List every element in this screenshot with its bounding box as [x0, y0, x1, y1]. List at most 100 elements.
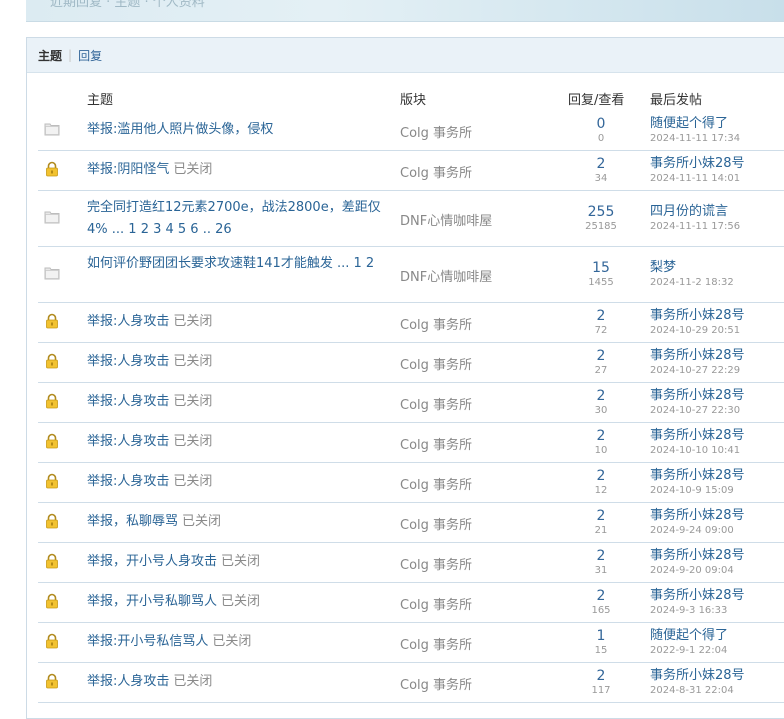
reply-count[interactable]: 2	[561, 548, 641, 564]
forum-link[interactable]: Colg 事务所	[400, 354, 472, 373]
forum-link[interactable]: DNF心情咖啡屋	[400, 210, 492, 229]
topic-title-link[interactable]: 举报，开小号私聊骂人	[87, 594, 217, 609]
last-post: 事务所小妹28号 2024-10-10 10:41	[650, 428, 745, 458]
forum-link[interactable]: Colg 事务所	[400, 634, 472, 653]
table-row: 举报:人身攻击 已关闭 Colg 事务所 2 27 事务所小妹28号 2024-10-27 …	[38, 343, 784, 383]
reply-count[interactable]: 15	[561, 260, 641, 276]
forum-link[interactable]: Colg 事务所	[400, 594, 472, 613]
table-row: 举报:开小号私信骂人 已关闭 Colg 事务所 1 15 随便起个得了 2022-9-1 2…	[38, 623, 784, 663]
last-post-time[interactable]: 2024-9-24 09:00	[650, 524, 745, 538]
tab-topics[interactable]: 主题	[38, 47, 62, 64]
topic-title-link[interactable]: 举报:人身攻击	[87, 354, 169, 369]
topic-title-link[interactable]: 举报:人身攻击	[87, 314, 169, 329]
topic-pagination[interactable]: ... 1 2 3 4 5 6 .. 26	[112, 222, 232, 237]
forum-link[interactable]: DNF心情咖啡屋	[400, 266, 492, 285]
topic-title-link[interactable]: 举报:阴阳怪气	[87, 162, 169, 177]
forum-link[interactable]: Colg 事务所	[400, 162, 472, 181]
forum-link[interactable]: Colg 事务所	[400, 514, 472, 533]
topic-title-link[interactable]: 如何评价野团团长要求攻速鞋141才能触发	[87, 256, 333, 271]
last-post-user[interactable]: 事务所小妹28号	[650, 348, 745, 364]
reply-count[interactable]: 255	[561, 204, 641, 220]
closed-badge: 已关闭	[173, 314, 213, 329]
forum-link[interactable]: Colg 事务所	[400, 122, 472, 141]
closed-badge: 已关闭	[173, 354, 213, 369]
reply-count[interactable]: 1	[561, 628, 641, 644]
last-post-time[interactable]: 2024-11-11 17:34	[650, 132, 740, 146]
last-post-time[interactable]: 2024-9-3 16:33	[650, 604, 745, 618]
last-post-user[interactable]: 事务所小妹28号	[650, 548, 745, 564]
last-post-user[interactable]: 随便起个得了	[650, 116, 740, 132]
last-post-user[interactable]: 事务所小妹28号	[650, 588, 745, 604]
last-post-time[interactable]: 2024-11-11 14:01	[650, 172, 745, 186]
tab-replies[interactable]: 回复	[78, 47, 102, 64]
last-post: 随便起个得了 2022-9-1 22:04	[650, 628, 728, 658]
reply-count[interactable]: 2	[561, 308, 641, 324]
last-post-time[interactable]: 2024-10-27 22:29	[650, 364, 745, 378]
reply-view-stats: 2 12	[561, 468, 641, 497]
last-post-user[interactable]: 事务所小妹28号	[650, 668, 745, 684]
lock-icon	[44, 433, 60, 449]
reply-count[interactable]: 2	[561, 388, 641, 404]
forum-link[interactable]: Colg 事务所	[400, 314, 472, 333]
reply-count[interactable]: 2	[561, 668, 641, 684]
topic-title-link[interactable]: 举报:人身攻击	[87, 474, 169, 489]
last-post-user[interactable]: 事务所小妹28号	[650, 156, 745, 172]
last-post-user[interactable]: 事务所小妹28号	[650, 508, 745, 524]
reply-count[interactable]: 2	[561, 588, 641, 604]
topic-title-link[interactable]: 举报:人身攻击	[87, 394, 169, 409]
topic-title-cell: 举报，私聊辱骂 已关闭	[87, 511, 387, 533]
view-count: 27	[594, 364, 608, 376]
topic-title-link[interactable]: 举报:滥用他人照片做头像，侵权	[87, 122, 273, 137]
last-post-user[interactable]: 事务所小妹28号	[650, 388, 745, 404]
forum-link[interactable]: Colg 事务所	[400, 434, 472, 453]
lock-icon	[44, 313, 60, 329]
last-post-time[interactable]: 2022-9-1 22:04	[650, 644, 728, 658]
topic-title-cell: 举报:人身攻击 已关闭	[87, 351, 387, 373]
topic-title-link[interactable]: 举报:人身攻击	[87, 434, 169, 449]
last-post: 事务所小妹28号 2024-10-27 22:29	[650, 348, 745, 378]
table-row: 举报:人身攻击 已关闭 Colg 事务所 2 30 事务所小妹28号 2024-10-27 …	[38, 383, 784, 423]
last-post-time[interactable]: 2024-8-31 22:04	[650, 684, 745, 698]
last-post-time[interactable]: 2024-11-11 17:56	[650, 220, 740, 234]
topic-title-link[interactable]: 举报，开小号人身攻击	[87, 554, 217, 569]
last-post-time[interactable]: 2024-10-10 10:41	[650, 444, 745, 458]
reply-view-stats: 2 10	[561, 428, 641, 457]
reply-count[interactable]: 0	[561, 116, 641, 132]
last-post-user[interactable]: 事务所小妹28号	[650, 308, 745, 324]
topic-title-link[interactable]: 举报:开小号私信骂人	[87, 634, 208, 649]
last-post-user[interactable]: 事务所小妹28号	[650, 468, 745, 484]
last-post-time[interactable]: 2024-9-20 09:04	[650, 564, 745, 578]
last-post-time[interactable]: 2024-10-29 20:51	[650, 324, 745, 338]
reply-count[interactable]: 2	[561, 468, 641, 484]
reply-count[interactable]: 2	[561, 428, 641, 444]
last-post-user[interactable]: 随便起个得了	[650, 628, 728, 644]
topic-title-cell: 举报:人身攻击 已关闭	[87, 671, 387, 693]
last-post-time[interactable]: 2024-10-9 15:09	[650, 484, 745, 498]
last-post-time[interactable]: 2024-10-27 22:30	[650, 404, 745, 418]
view-count: 15	[594, 644, 608, 656]
reply-count[interactable]: 2	[561, 348, 641, 364]
last-post-user[interactable]: 事务所小妹28号	[650, 428, 745, 444]
topic-pagination[interactable]: ... 1 2	[337, 256, 374, 271]
forum-link[interactable]: Colg 事务所	[400, 474, 472, 493]
last-post-user[interactable]: 四月份的谎言	[650, 204, 740, 220]
lock-icon	[44, 513, 60, 529]
topic-title-link[interactable]: 举报，私聊辱骂	[87, 514, 178, 529]
reply-view-stats: 15 1455	[561, 260, 641, 289]
last-post: 随便起个得了 2024-11-11 17:34	[650, 116, 740, 146]
reply-count[interactable]: 2	[561, 156, 641, 172]
reply-view-stats: 2 72	[561, 308, 641, 337]
forum-link[interactable]: Colg 事务所	[400, 674, 472, 693]
lock-icon	[44, 393, 60, 409]
forum-link[interactable]: Colg 事务所	[400, 554, 472, 573]
last-post-user[interactable]: 梨梦	[650, 260, 734, 276]
view-count: 117	[591, 684, 611, 696]
table-row: 举报:人身攻击 已关闭 Colg 事务所 2 117 事务所小妹28号 2024-8-31 …	[38, 663, 784, 703]
topic-title-link[interactable]: 举报:人身攻击	[87, 674, 169, 689]
column-forum: 版块	[400, 93, 427, 108]
last-post: 四月份的谎言 2024-11-11 17:56	[650, 204, 740, 234]
closed-badge: 已关闭	[173, 674, 213, 689]
reply-count[interactable]: 2	[561, 508, 641, 524]
last-post-time[interactable]: 2024-11-2 18:32	[650, 276, 734, 290]
forum-link[interactable]: Colg 事务所	[400, 394, 472, 413]
